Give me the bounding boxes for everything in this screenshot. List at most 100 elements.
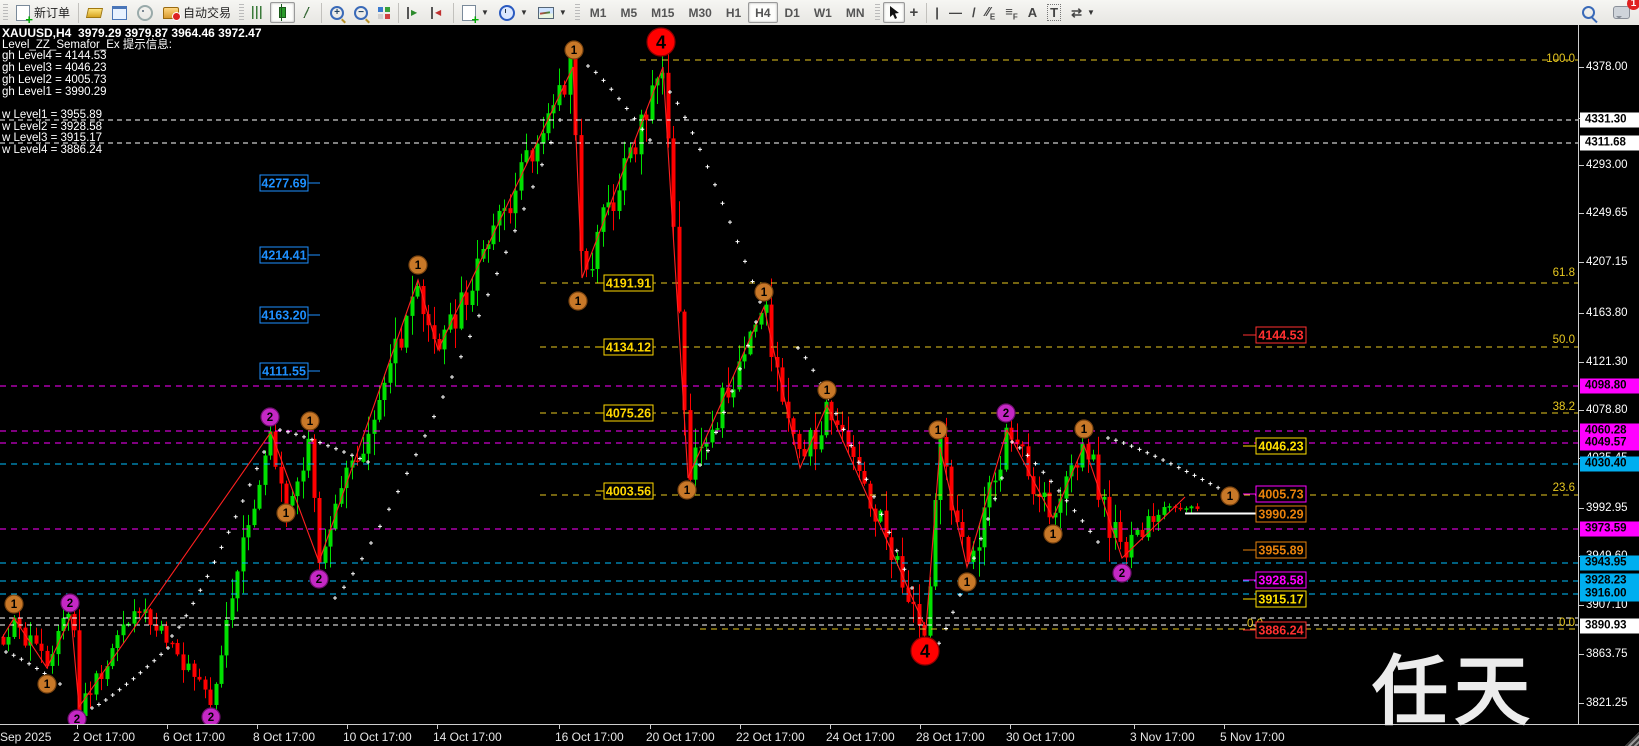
- equidistant-channel-icon: ⁄⁄E: [985, 3, 996, 22]
- zoom-out-button[interactable]: −: [349, 2, 373, 23]
- gold-bar-icon: [85, 7, 104, 18]
- trendline-tool-button[interactable]: /: [967, 2, 981, 23]
- tab-timeframe-m30[interactable]: M30: [681, 2, 718, 23]
- fib-level-label: 50.0: [1553, 334, 1575, 346]
- price-line-chip: 3973.59: [1580, 521, 1639, 537]
- price-label-text: 4111.55: [262, 365, 306, 379]
- line-chart-button[interactable]: [295, 2, 318, 23]
- candlestick-chart-button[interactable]: [270, 2, 296, 23]
- candle-body: [884, 510, 889, 538]
- tab-timeframe-h4[interactable]: H4: [748, 2, 778, 23]
- candle-body: [1020, 444, 1025, 447]
- text-label-tool-button[interactable]: T: [1042, 2, 1066, 23]
- candle-body: [34, 635, 39, 644]
- notifications-button[interactable]: 1: [1608, 0, 1639, 23]
- candle-body: [230, 598, 235, 620]
- tab-timeframe-m1[interactable]: M1: [583, 2, 614, 23]
- time-tick-mark: [257, 725, 258, 729]
- toolbar-grip[interactable]: [874, 3, 880, 22]
- candle-body: [720, 387, 725, 429]
- price-tick-label: 4378.00: [1586, 61, 1628, 73]
- price-line-chip: 4049.57: [1580, 435, 1639, 451]
- toolbar-grip[interactable]: [3, 3, 8, 22]
- indicator-info-line: gh Level1 = 3990.29: [2, 85, 107, 98]
- toolbar-grip[interactable]: [574, 3, 580, 22]
- candle-body: [508, 208, 513, 214]
- cursor-tool-button[interactable]: [882, 2, 905, 23]
- vertical-line-icon: |: [935, 5, 939, 20]
- price-line-chip: 4030.40: [1580, 456, 1639, 472]
- new-chart-button[interactable]: ▼: [457, 2, 494, 25]
- tab-timeframe-h1[interactable]: H1: [719, 2, 748, 23]
- candle-body: [159, 625, 164, 631]
- tile-windows-icon: [378, 6, 391, 19]
- horizontal-line-tool-button[interactable]: —: [944, 2, 967, 23]
- search-button[interactable]: [1577, 2, 1600, 23]
- fibonacci-tool-button[interactable]: ≡F: [1000, 2, 1022, 23]
- bar-chart-button[interactable]: [247, 2, 270, 23]
- auto-trading-button[interactable]: 自动交易: [158, 2, 236, 23]
- periods-button[interactable]: ▼: [494, 2, 533, 23]
- chat-bubble-icon: [1613, 6, 1630, 19]
- indicator-info-line: w Level4 = 3886.24: [2, 144, 103, 157]
- candle-body: [192, 663, 197, 677]
- zoom-in-button[interactable]: +: [325, 2, 349, 23]
- candle-body: [170, 642, 175, 645]
- new-order-label: 新订单: [34, 6, 71, 20]
- tab-timeframe-m15[interactable]: M15: [644, 2, 681, 23]
- candle-body: [1135, 529, 1140, 535]
- chart-area[interactable]: 100.0 61.8 50.0 38.2 23.6 0.0 0.0 4277.69 4214.4…: [0, 25, 1578, 735]
- candle-body: [1129, 534, 1134, 558]
- candle-body: [115, 635, 120, 648]
- new-order-button[interactable]: 新订单: [11, 2, 75, 25]
- indicator-info-line: w Level1 = 3955.89: [2, 108, 103, 121]
- arrows-tool-button[interactable]: ⇄ ▼: [1066, 2, 1100, 23]
- candle-body: [797, 433, 802, 449]
- chart-window-button[interactable]: [107, 2, 132, 23]
- vertical-line-tool-button[interactable]: |: [930, 2, 944, 23]
- fibonacci-icon: ≡F: [1005, 3, 1018, 22]
- price-tick-mark: [1579, 703, 1584, 704]
- candle-body: [470, 290, 475, 305]
- tab-timeframe-mn[interactable]: MN: [839, 2, 872, 23]
- candle-body: [644, 114, 649, 121]
- price-tick-label: 4249.65: [1586, 207, 1628, 219]
- candle-body: [263, 455, 268, 485]
- channel-tool-button[interactable]: ⁄⁄E: [981, 2, 1001, 23]
- time-tick-label: 24 Oct 17:00: [826, 730, 895, 744]
- price-label-text: 3928.58: [1258, 574, 1303, 588]
- templates-button[interactable]: ▼: [533, 2, 572, 23]
- tile-windows-button[interactable]: [373, 2, 395, 23]
- semafor-marker-number: 1: [824, 385, 831, 397]
- tab-timeframe-d1[interactable]: D1: [778, 2, 807, 23]
- semafor-marker-number: 1: [761, 287, 768, 299]
- signal-icon: [137, 4, 154, 21]
- price-tick-mark: [1579, 213, 1584, 214]
- auto-scroll-button[interactable]: [402, 2, 426, 23]
- time-tick-mark: [830, 725, 831, 729]
- tab-timeframe-m5[interactable]: M5: [613, 2, 644, 23]
- time-tick-label: 20 Oct 17:00: [646, 730, 715, 744]
- price-tick-label: 4207.15: [1586, 256, 1628, 268]
- price-label-text: 3990.29: [1258, 508, 1303, 522]
- market-watch-button[interactable]: [82, 2, 107, 23]
- price-axis[interactable]: 4378.004335.504293.004249.654207.154163.…: [1578, 25, 1639, 724]
- signals-button[interactable]: [132, 2, 158, 23]
- candle-body: [819, 435, 824, 450]
- crosshair-tool-button[interactable]: +: [905, 2, 924, 23]
- semafor-marker-number: 1: [307, 416, 314, 428]
- tab-timeframe-w1[interactable]: W1: [807, 2, 839, 23]
- candle-body: [1091, 454, 1096, 460]
- semafor-marker-number: 1: [283, 508, 290, 520]
- semafor-marker-number: 1: [935, 425, 942, 437]
- chart-shift-button[interactable]: [426, 2, 450, 23]
- time-tick-mark: [1010, 725, 1011, 729]
- candle-body: [88, 693, 93, 695]
- window-icon: [112, 5, 128, 20]
- candle-body: [944, 437, 949, 467]
- toolbar-grip[interactable]: [239, 3, 245, 22]
- dropdown-arrow-icon: ▼: [519, 8, 528, 17]
- text-tool-button[interactable]: A: [1023, 2, 1042, 23]
- candle-body: [938, 437, 943, 500]
- candle-body: [1162, 507, 1167, 515]
